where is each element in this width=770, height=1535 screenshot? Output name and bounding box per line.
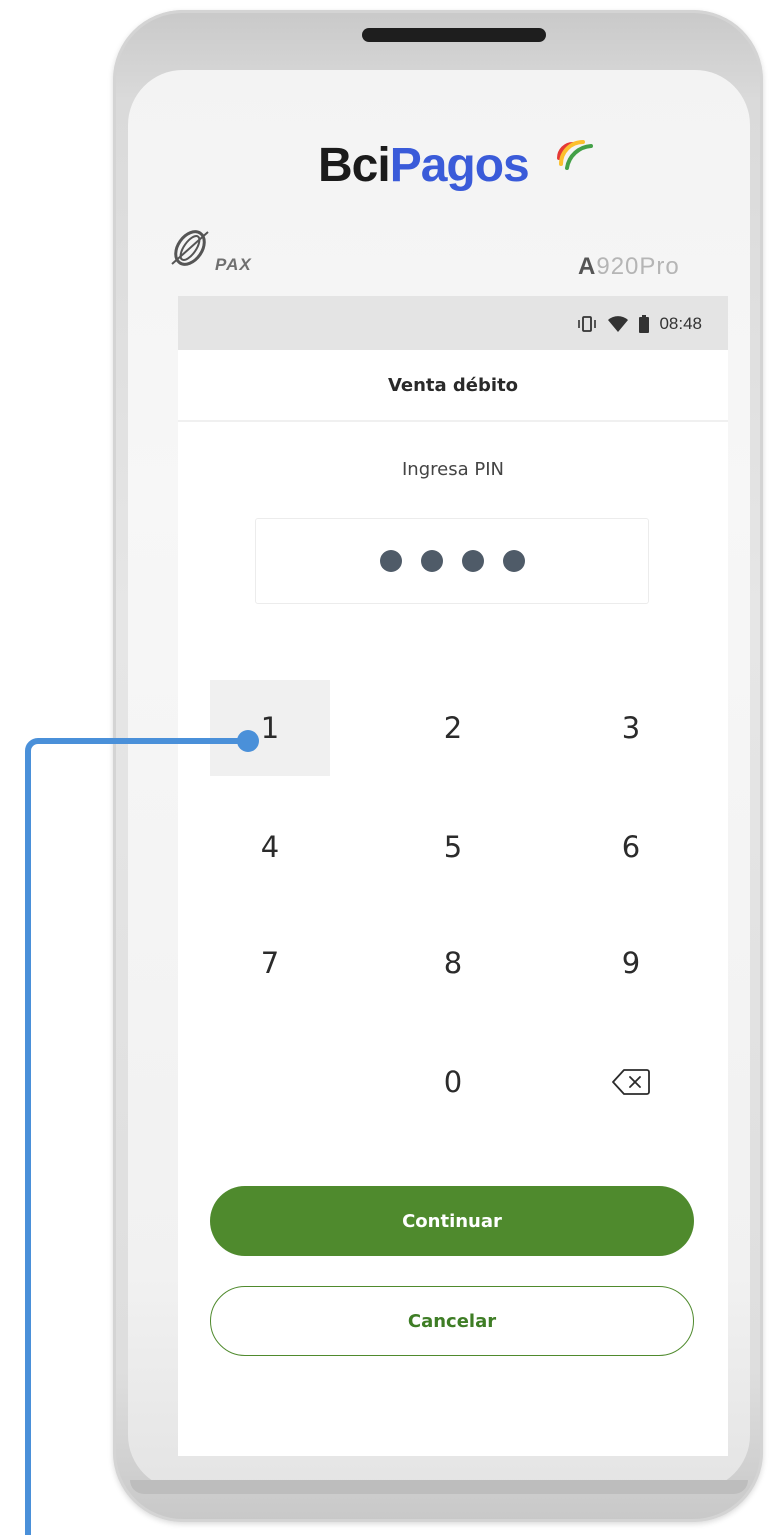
- cancel-button[interactable]: Cancelar: [210, 1286, 694, 1356]
- pos-terminal-lip: [130, 1480, 748, 1494]
- pax-brand-text: PAX: [215, 255, 252, 274]
- key-8[interactable]: 8: [393, 915, 513, 1011]
- model-prefix: A: [578, 253, 597, 280]
- continue-button[interactable]: Continuar: [210, 1186, 694, 1256]
- brand-pagos: Pagos: [389, 139, 530, 192]
- key-5[interactable]: 5: [393, 799, 513, 895]
- key-9[interactable]: 9: [571, 915, 691, 1011]
- key-4[interactable]: 4: [210, 799, 330, 895]
- model-label: A920Pro: [578, 253, 680, 281]
- numeric-keypad: 1 2 3 4 5 6 7 8 9 0: [178, 296, 728, 1456]
- key-0[interactable]: 0: [393, 1034, 513, 1130]
- brand-bci: Bci: [318, 139, 391, 192]
- signal-arc-icon: [557, 140, 593, 170]
- key-6[interactable]: 6: [571, 799, 691, 895]
- backspace-icon: [612, 1069, 650, 1095]
- terminal-screen: 08:48 Venta débito Ingresa PIN 1 2 3 4 5…: [178, 296, 728, 1456]
- key-1[interactable]: 1: [210, 680, 330, 776]
- card-slot: [362, 28, 546, 42]
- delete-key[interactable]: [571, 1034, 691, 1130]
- key-2[interactable]: 2: [393, 680, 513, 776]
- key-3[interactable]: 3: [571, 680, 691, 776]
- model-suffix: 920Pro: [596, 253, 680, 280]
- key-7[interactable]: 7: [210, 915, 330, 1011]
